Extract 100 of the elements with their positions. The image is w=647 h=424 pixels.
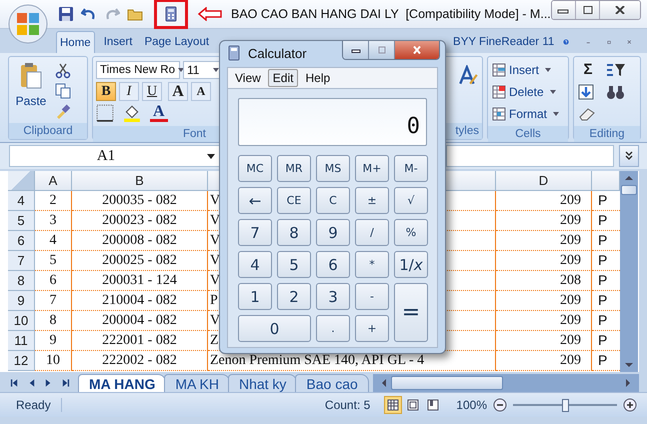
sheet-tab[interactable]: Bao cao (295, 374, 369, 392)
cells-command[interactable]: Format (492, 104, 564, 123)
calculator-key[interactable]: 0 (238, 315, 311, 342)
save-icon[interactable] (58, 6, 74, 22)
sheet-tab[interactable]: Nhat ky (228, 374, 298, 392)
ribbon-tab[interactable]: Home (56, 31, 95, 53)
office-button-icon[interactable] (8, 4, 48, 44)
font-name-field[interactable]: Times New Ro (96, 61, 180, 79)
calculator-icon[interactable] (163, 6, 179, 22)
horizontal-scrollbar[interactable] (372, 374, 639, 392)
autosum-button[interactable]: Σ (578, 61, 598, 78)
maximize-button[interactable] (576, 1, 600, 19)
close-button[interactable] (395, 41, 439, 59)
calculator-key[interactable]: 2 (277, 283, 311, 310)
row-header[interactable]: 10 (8, 311, 35, 331)
ribbon-tab[interactable]: Insert (100, 31, 136, 53)
row-header[interactable]: 12 (8, 351, 35, 371)
shrink-font-button[interactable]: A (191, 82, 211, 101)
calculator-key[interactable]: + (355, 315, 389, 342)
calculator-key[interactable]: 4 (238, 251, 272, 278)
table-cell: 209 (496, 251, 592, 271)
sheet-tab[interactable]: MA KH (164, 374, 230, 392)
calculator-key[interactable]: CE (277, 187, 311, 214)
scissors-icon[interactable] (55, 63, 71, 79)
close-button[interactable] (600, 1, 640, 19)
calculator-key[interactable]: ← (238, 187, 272, 214)
grow-font-button[interactable]: A (168, 82, 188, 101)
font-style-button[interactable]: B (96, 82, 116, 101)
sheet-nav-icon[interactable] (10, 378, 19, 388)
scroll-thumb[interactable] (390, 376, 503, 390)
table-cell: 9 (35, 331, 72, 351)
calculator-key[interactable]: M+ (355, 155, 389, 182)
calculator-key[interactable]: 1 (238, 283, 272, 310)
zoom-in-icon[interactable] (623, 398, 637, 412)
calculator-key[interactable]: C (316, 187, 350, 214)
calculator-key[interactable]: 8 (277, 219, 311, 246)
ribbon-tab[interactable]: BYY FineReader 11 (450, 31, 558, 53)
scroll-left-icon[interactable] (380, 378, 387, 388)
undo-icon[interactable] (81, 6, 97, 22)
zoom-out-icon[interactable] (493, 398, 507, 412)
calculator-key[interactable]: 3 (316, 283, 350, 310)
column-header[interactable]: D (496, 171, 592, 191)
calculator-key[interactable]: 7 (238, 219, 272, 246)
calculator-key[interactable]: √ (394, 187, 428, 214)
calculator-key[interactable]: - (355, 283, 389, 310)
view-button[interactable] (384, 396, 402, 414)
column-header[interactable]: B (72, 171, 208, 191)
vertical-scrollbar[interactable] (620, 171, 638, 372)
calculator-key[interactable]: / (355, 219, 389, 246)
cells-command[interactable]: Delete (492, 82, 564, 101)
sheet-nav-icon[interactable] (61, 378, 70, 388)
formula-field[interactable] (446, 145, 614, 167)
row-header[interactable]: 4 (8, 191, 35, 211)
paste-button[interactable]: Paste (11, 61, 51, 119)
expand-button[interactable] (619, 145, 639, 167)
calculator-key[interactable]: MC (238, 155, 272, 182)
column-header[interactable]: A (35, 171, 72, 191)
fill-color-icon[interactable] (123, 104, 141, 122)
styles-icon[interactable] (457, 65, 479, 87)
row-header[interactable]: 9 (8, 291, 35, 311)
ribbon-tab[interactable]: Page Layout (141, 31, 212, 53)
font-style-button[interactable]: U (142, 82, 162, 101)
menu-item[interactable]: Help (300, 69, 336, 87)
row-header[interactable]: 6 (8, 231, 35, 251)
calculator-key[interactable]: MR (277, 155, 311, 182)
calculator-key[interactable]: = (394, 283, 428, 342)
row-header[interactable]: 8 (8, 271, 35, 291)
copy-icon[interactable] (55, 83, 71, 99)
scroll-thumb[interactable] (621, 185, 637, 195)
menu-item[interactable]: Edit (268, 69, 298, 87)
calculator-key[interactable]: 6 (316, 251, 350, 278)
calculator-key[interactable]: 1/x (394, 251, 428, 278)
font-style-button[interactable]: I (119, 82, 139, 101)
menu-item[interactable]: View (230, 69, 266, 87)
name-box[interactable]: A1 (9, 145, 221, 167)
calculator-key[interactable]: ± (355, 187, 389, 214)
cells-command[interactable]: Insert (492, 60, 564, 79)
font-color-button[interactable]: A (150, 104, 168, 122)
sheet-tab[interactable]: MA HANG (78, 374, 166, 392)
calculator-key[interactable]: MS (316, 155, 350, 182)
row-header[interactable]: 11 (8, 331, 35, 351)
border-icon[interactable] (96, 104, 114, 122)
minimize-button[interactable] (552, 1, 576, 19)
calculator-key[interactable]: * (355, 251, 389, 278)
scroll-up-icon[interactable] (624, 175, 634, 181)
calculator-key[interactable]: 5 (277, 251, 311, 278)
slider-thumb[interactable] (562, 398, 569, 412)
zoom-level: 100% (456, 398, 487, 412)
calculator-key[interactable]: M- (394, 155, 428, 182)
calculator-key[interactable]: % (394, 219, 428, 246)
binoculars-icon[interactable] (606, 84, 626, 100)
calculator-key[interactable]: 9 (316, 219, 350, 246)
minimize-button[interactable] (343, 41, 369, 59)
scroll-down-icon[interactable] (624, 362, 634, 368)
row-header[interactable]: 5 (8, 211, 35, 231)
sort-filter-icon[interactable] (606, 62, 626, 78)
brush-icon[interactable] (55, 103, 71, 119)
scroll-right-icon[interactable] (625, 378, 631, 388)
calculator-key[interactable]: . (316, 315, 350, 342)
row-header[interactable]: 7 (8, 251, 35, 271)
